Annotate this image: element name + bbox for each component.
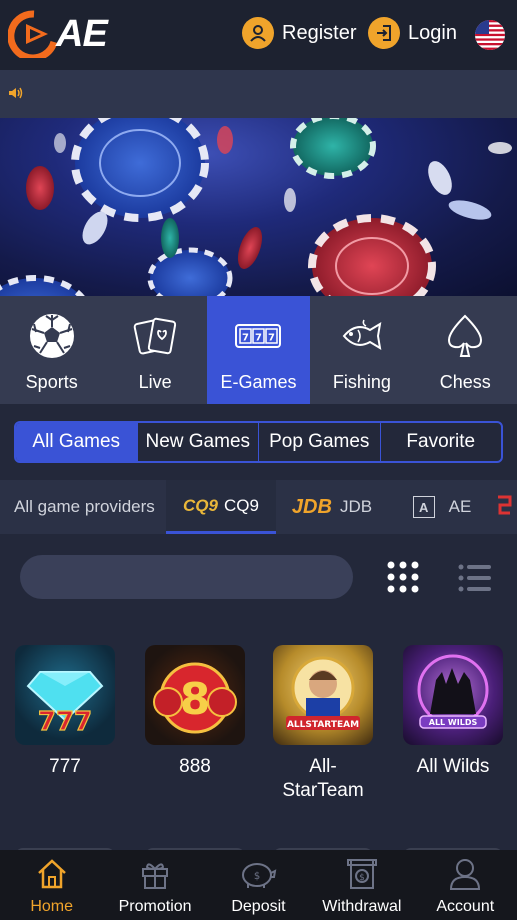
game-name: All Wilds xyxy=(416,756,490,777)
speaker-icon xyxy=(9,87,23,99)
tab-fishing[interactable]: Fishing xyxy=(310,296,413,404)
spade-icon xyxy=(439,310,491,362)
nav-deposit-label: Deposit xyxy=(231,898,286,915)
user-icon xyxy=(242,17,274,49)
nav-withdrawal[interactable]: $ Withdrawal xyxy=(310,850,413,920)
login-label: Login xyxy=(408,21,457,44)
cq9-logo: CQ9 xyxy=(183,495,218,515)
svg-text:7: 7 xyxy=(255,333,262,344)
tab-egames-label: E-Games xyxy=(220,372,297,392)
nav-home-label: Home xyxy=(30,898,74,915)
game-card[interactable]: 777 777 xyxy=(15,645,115,779)
nav-account-label: Account xyxy=(436,898,495,915)
svg-text:8: 8 xyxy=(180,674,211,725)
filter-favorite[interactable]: Favorite xyxy=(379,423,502,461)
nav-withdrawal-label: Withdrawal xyxy=(322,898,402,915)
nav-promotion-label: Promotion xyxy=(118,898,192,915)
game-card[interactable]: ALL WILDS All Wilds xyxy=(403,645,503,779)
filter-pop-games[interactable]: Pop Games xyxy=(258,423,380,461)
provider-all[interactable]: All game providers xyxy=(0,480,166,534)
tab-chess[interactable]: Chess xyxy=(414,296,517,404)
game-filter: All Games New Games Pop Games Favorite xyxy=(14,421,503,463)
logo[interactable]: AE xyxy=(8,10,108,58)
provider-next[interactable] xyxy=(496,480,517,534)
announcement-bar[interactable] xyxy=(0,70,517,118)
svg-text:$: $ xyxy=(254,871,260,882)
provider-jdb[interactable]: JDB JDB xyxy=(276,480,388,534)
game-name: 777 xyxy=(49,756,81,777)
gift-icon xyxy=(138,856,172,892)
jdb-logo: JDB xyxy=(291,495,332,518)
tab-sports[interactable]: Sports xyxy=(0,296,103,404)
fish-icon xyxy=(336,310,388,362)
tab-live[interactable]: Live xyxy=(103,296,206,404)
logo-icon xyxy=(8,10,58,58)
game-name: All- StarTeam xyxy=(282,756,364,801)
game-card[interactable]: 8 888 xyxy=(145,645,245,779)
register-button[interactable]: Register xyxy=(242,17,356,49)
casino-chips-image xyxy=(0,118,512,296)
game-card[interactable]: ALLSTARTEAM All- StarTeam xyxy=(273,645,373,803)
header: AE Register Login xyxy=(0,0,517,70)
nav-account[interactable]: Account xyxy=(414,850,517,920)
nav-deposit[interactable]: $ Deposit xyxy=(207,850,310,920)
svg-text:7: 7 xyxy=(242,333,249,344)
promo-banner[interactable] xyxy=(0,118,517,296)
svg-text:ALL WILDS: ALL WILDS xyxy=(429,718,478,727)
game-thumbnail-777: 777 xyxy=(15,645,115,745)
nav-home[interactable]: Home xyxy=(0,850,103,920)
svg-text:$: $ xyxy=(359,873,365,883)
tab-egames[interactable]: 7 7 7 E-Games xyxy=(206,296,311,404)
tab-chess-label: Chess xyxy=(439,372,491,392)
us-flag-icon[interactable] xyxy=(475,20,505,50)
filter-new-games[interactable]: New Games xyxy=(136,423,259,461)
provider-ae-label: AE xyxy=(448,497,472,516)
provider-cq9-label: CQ9 xyxy=(224,495,259,515)
game-name: 888 xyxy=(179,756,211,777)
svg-text:777: 777 xyxy=(38,707,92,737)
home-icon xyxy=(35,856,69,892)
tab-sports-label: Sports xyxy=(25,372,78,392)
user-icon xyxy=(448,856,482,892)
login-icon xyxy=(368,17,400,49)
svg-text:7: 7 xyxy=(268,333,275,344)
slot-777-icon: 7 7 7 xyxy=(232,310,284,362)
grid-view-icon[interactable] xyxy=(386,560,420,599)
provider-jdb-label: JDB xyxy=(339,497,373,516)
game-thumbnail-888: 8 xyxy=(145,645,245,745)
game-thumbnail-all-wilds: ALL WILDS xyxy=(403,645,503,745)
list-view-icon[interactable] xyxy=(458,563,492,598)
piggy-bank-icon: $ xyxy=(238,856,278,892)
bottom-nav: Home Promotion $ Deposit $ Withdrawal Ac… xyxy=(0,850,517,920)
tab-fishing-label: Fishing xyxy=(332,372,391,392)
svg-text:ALLSTARTEAM: ALLSTARTEAM xyxy=(287,720,359,730)
tab-live-label: Live xyxy=(138,372,172,392)
atm-icon: $ xyxy=(345,856,379,892)
provider-cq9[interactable]: CQ9 CQ9 xyxy=(166,480,276,534)
ae-logo: A xyxy=(412,496,435,518)
logo-text: AE xyxy=(56,12,108,55)
ae-logo-letter: A xyxy=(418,499,429,515)
cards-icon xyxy=(129,310,181,362)
game-thumbnail-all-starteam: ALLSTARTEAM xyxy=(273,645,373,745)
nav-promotion[interactable]: Promotion xyxy=(103,850,206,920)
search-input[interactable] xyxy=(20,555,353,599)
login-button[interactable]: Login xyxy=(368,17,457,49)
category-tabs: Sports Live 7 7 7 E-Games Fishing Chess xyxy=(0,296,517,404)
provider-ae[interactable]: A AE xyxy=(388,480,496,534)
provider-logo-partial-icon xyxy=(498,495,512,515)
filter-all-games[interactable]: All Games xyxy=(16,423,137,461)
soccer-ball-icon xyxy=(26,310,78,362)
provider-tabs: All game providers CQ9 CQ9 JDB JDB A AE xyxy=(0,480,517,534)
register-label: Register xyxy=(282,21,357,44)
